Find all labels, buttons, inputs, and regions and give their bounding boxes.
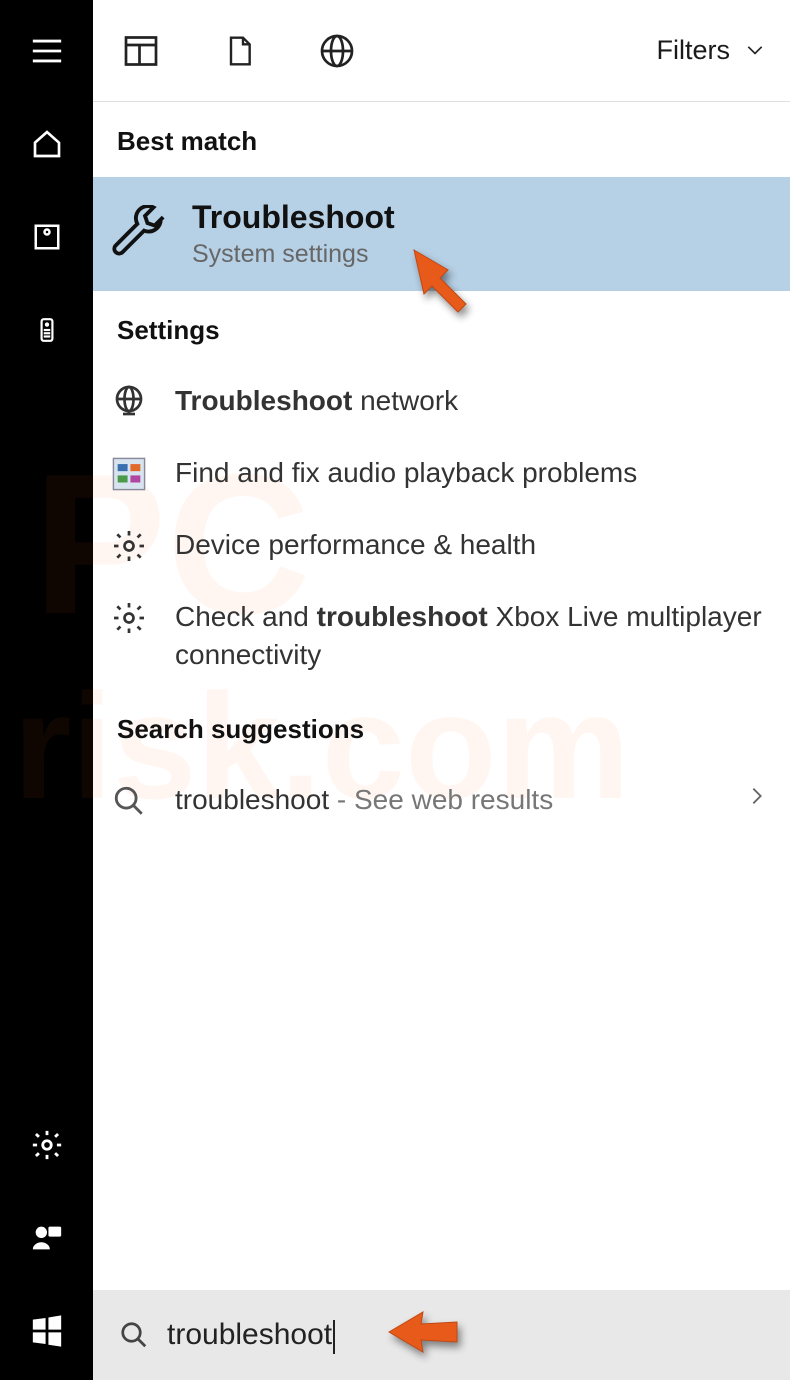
suggestion-text: troubleshoot - See web results <box>175 781 720 819</box>
best-match-subtitle: System settings <box>192 240 395 269</box>
hamburger-icon[interactable] <box>28 32 66 70</box>
feedback-icon[interactable] <box>28 1219 66 1257</box>
chevron-down-icon <box>740 41 770 61</box>
search-input-value: troubleshoot <box>167 1318 332 1352</box>
results-filter-bar: Filters <box>93 0 790 102</box>
best-match-header: Best match <box>93 102 790 177</box>
best-match-title: Troubleshoot <box>192 199 395 236</box>
suggestions-header: Search suggestions <box>93 690 790 765</box>
settings-item-label: Find and fix audio playback problems <box>175 454 768 492</box>
filters-dropdown[interactable]: Filters <box>657 35 771 66</box>
photo-icon[interactable] <box>28 218 66 256</box>
windows-start-icon[interactable] <box>28 1312 66 1350</box>
settings-item-device-health[interactable]: Device performance & health <box>93 510 790 582</box>
control-panel-icon <box>109 454 149 494</box>
wrench-icon <box>108 203 170 265</box>
annotation-arrow <box>385 1306 460 1364</box>
annotation-arrow <box>408 244 478 319</box>
search-results-panel: PC risk.com Filters Best match <box>93 0 790 1380</box>
apps-filter-icon[interactable] <box>123 33 159 69</box>
documents-filter-icon[interactable] <box>221 33 257 69</box>
settings-item-label: Device performance & health <box>175 526 768 564</box>
settings-item-label: Troubleshoot network <box>175 382 768 420</box>
web-suggestion[interactable]: troubleshoot - See web results <box>93 765 790 837</box>
gear-icon <box>109 526 149 566</box>
search-icon <box>109 781 149 821</box>
globe-network-icon <box>109 382 149 422</box>
home-icon[interactable] <box>28 125 66 163</box>
filters-label: Filters <box>657 35 731 66</box>
settings-item-audio[interactable]: Find and fix audio playback problems <box>93 438 790 510</box>
settings-item-xbox[interactable]: Check and troubleshoot Xbox Live multipl… <box>93 582 790 690</box>
remote-icon[interactable] <box>28 311 66 349</box>
settings-item-label: Check and troubleshoot Xbox Live multipl… <box>175 598 768 674</box>
gear-icon[interactable] <box>28 1126 66 1164</box>
search-icon <box>119 1320 149 1350</box>
gear-icon <box>109 598 149 638</box>
chevron-right-icon <box>746 781 768 819</box>
sidebar-rail <box>0 0 93 1380</box>
web-filter-icon[interactable] <box>319 33 355 69</box>
settings-item-network[interactable]: Troubleshoot network <box>93 366 790 438</box>
